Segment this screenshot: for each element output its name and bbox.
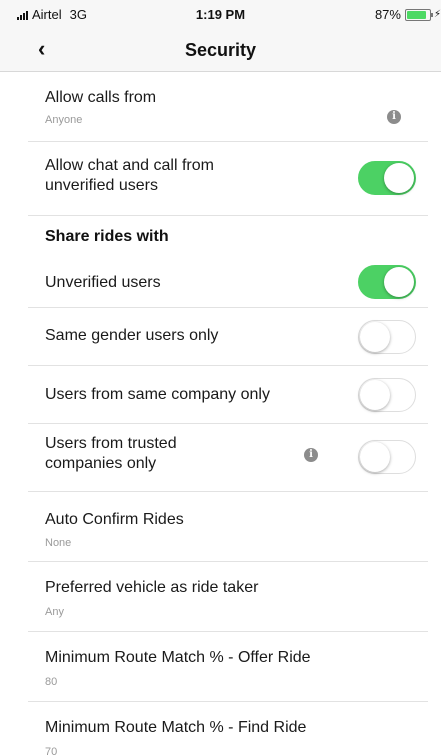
preferred-vehicle-label: Preferred vehicle as ride taker [45, 579, 259, 596]
auto-confirm-value: None [45, 537, 72, 549]
share-rides-header: Share rides with [45, 228, 169, 245]
same-gender-label: Same gender users only [45, 327, 219, 344]
allow-chat-row: Allow chat and call from unverified user… [28, 142, 428, 216]
info-icon[interactable]: i [387, 110, 401, 124]
same-gender-row: Same gender users only [28, 308, 428, 366]
battery-icon [404, 8, 433, 21]
info-icon[interactable]: i [304, 448, 318, 462]
route-match-offer-label: Minimum Route Match % - Offer Ride [45, 649, 311, 666]
auto-confirm-row[interactable]: Auto Confirm Rides None [28, 492, 428, 562]
allow-calls-value: Anyone [45, 114, 83, 126]
same-company-row: Users from same company only [28, 366, 428, 424]
share-rides-header-row: Share rides with [28, 216, 428, 254]
auto-confirm-label: Auto Confirm Rides [45, 511, 184, 528]
route-match-find-row[interactable]: Minimum Route Match % - Find Ride 70 [28, 702, 428, 755]
settings-list: Allow calls from Anyone i Allow chat and… [28, 72, 441, 755]
preferred-vehicle-value: Any [45, 606, 64, 618]
route-match-offer-row[interactable]: Minimum Route Match % - Offer Ride 80 [28, 632, 428, 702]
same-gender-toggle[interactable] [358, 320, 416, 354]
toggle-knob [360, 380, 390, 410]
allow-calls-row[interactable]: Allow calls from Anyone i [28, 72, 428, 142]
nav-bar: ‹ Security [0, 28, 441, 72]
trusted-companies-row: Users from trusted companies only i [28, 424, 428, 492]
trusted-companies-label: Users from trusted companies only [45, 435, 177, 472]
same-company-toggle[interactable] [358, 378, 416, 412]
charging-icon: ⚡ [433, 9, 441, 20]
route-match-offer-value: 80 [45, 676, 58, 688]
toggle-knob [384, 163, 414, 193]
toggle-knob [360, 442, 390, 472]
route-match-find-value: 70 [45, 746, 58, 755]
battery-percent: 87% [374, 7, 401, 22]
route-match-find-label: Minimum Route Match % - Find Ride [45, 719, 307, 736]
allow-chat-label: Allow chat and call from unverified user… [45, 157, 214, 194]
toggle-knob [384, 267, 414, 297]
page-title: Security [184, 40, 257, 60]
unverified-users-label: Unverified users [45, 274, 161, 291]
status-right: 87% ⚡ [375, 7, 441, 22]
allow-chat-toggle[interactable] [358, 161, 416, 195]
same-company-label: Users from same company only [45, 386, 270, 403]
unverified-users-toggle[interactable] [358, 265, 416, 299]
status-bar: Airtel 3G 1:19 PM 87% ⚡ [0, 0, 441, 28]
preferred-vehicle-row[interactable]: Preferred vehicle as ride taker Any [28, 562, 428, 632]
trusted-companies-toggle[interactable] [358, 440, 416, 474]
allow-calls-label: Allow calls from [45, 89, 157, 106]
toggle-knob [360, 322, 390, 352]
unverified-users-row: Unverified users [28, 254, 428, 308]
